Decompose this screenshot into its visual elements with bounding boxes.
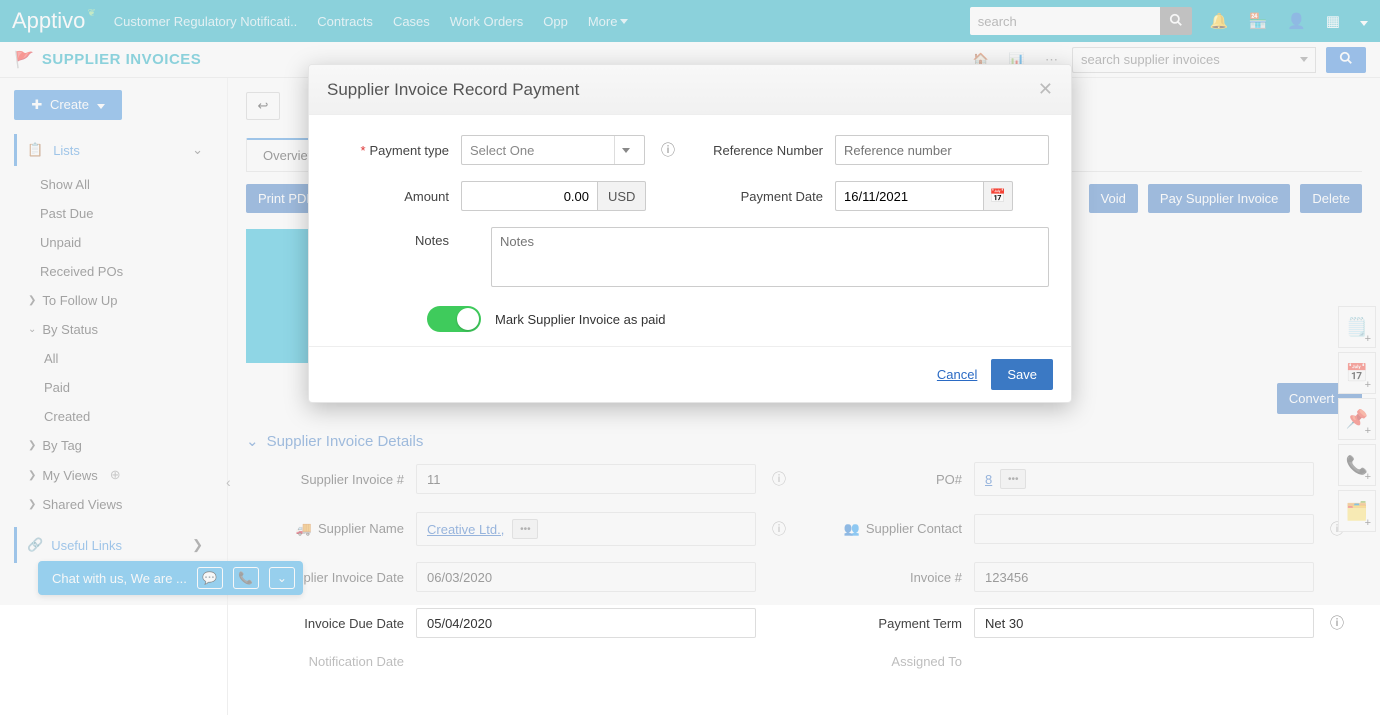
mark-paid-label: Mark Supplier Invoice as paid [495, 312, 666, 327]
label-notes: Notes [331, 227, 461, 248]
chevron-down-icon [614, 136, 636, 164]
mark-paid-toggle[interactable] [427, 306, 481, 332]
modal-footer: Cancel Save [309, 346, 1071, 402]
payment-date-input[interactable] [835, 181, 983, 211]
amount-input[interactable] [461, 181, 597, 211]
label-amount: Amount [331, 189, 461, 204]
field-payment-term[interactable]: Net 30 [974, 608, 1314, 638]
reference-number-input[interactable] [835, 135, 1049, 165]
info-icon[interactable]: ⓘ [661, 140, 675, 160]
payment-type-placeholder: Select One [470, 143, 534, 158]
field-invoice-due-date[interactable]: 05/04/2020 [416, 608, 756, 638]
cancel-button[interactable]: Cancel [937, 367, 977, 382]
notes-textarea[interactable] [491, 227, 1049, 287]
label-assigned-to: Assigned To [804, 654, 974, 669]
modal-overlay: Supplier Invoice Record Payment ✕ *Payme… [0, 0, 1380, 605]
calendar-icon[interactable]: 📅 [983, 181, 1013, 211]
save-button[interactable]: Save [991, 359, 1053, 390]
modal-close-button[interactable]: ✕ [1038, 79, 1053, 100]
currency-label: USD [597, 181, 646, 211]
label-payment-type: *Payment type [331, 143, 461, 158]
modal-header: Supplier Invoice Record Payment ✕ [309, 65, 1071, 115]
info-icon[interactable]: ⓘ [1330, 613, 1344, 633]
label-notification-date: Notification Date [246, 654, 416, 669]
payment-type-select[interactable]: Select One [461, 135, 645, 165]
modal-title: Supplier Invoice Record Payment [327, 80, 579, 100]
label-reference-number: Reference Number [705, 143, 835, 158]
label-payment-date: Payment Date [705, 189, 835, 204]
label-payment-term: Payment Term [804, 616, 974, 631]
record-payment-modal: Supplier Invoice Record Payment ✕ *Payme… [308, 64, 1072, 403]
label-invoice-due-date: Invoice Due Date [246, 616, 416, 631]
modal-body: *Payment type Select One ⓘ Reference Num… [309, 115, 1071, 346]
